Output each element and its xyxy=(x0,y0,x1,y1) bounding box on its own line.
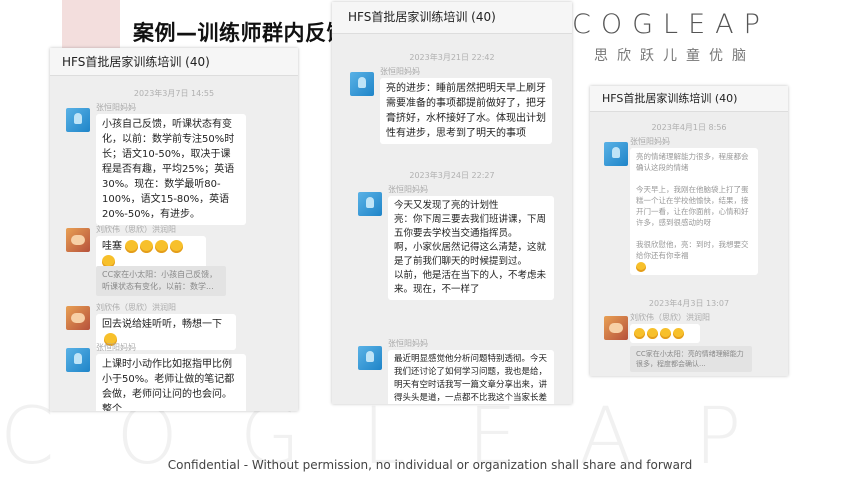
emoji-icon xyxy=(660,327,671,339)
chat-group-title: HFS首批居家训练培训 (40) xyxy=(332,2,572,34)
confidential-footer: Confidential - Without permission, no in… xyxy=(167,458,693,472)
chat-screenshot-left: HFS首批居家训练培训 (40) 2023年3月7日 14:55 张恒阳妈妈 小… xyxy=(50,48,298,411)
emoji-icon xyxy=(673,327,684,339)
avatar xyxy=(66,108,90,132)
avatar xyxy=(350,72,374,96)
emoji-icon xyxy=(634,327,645,339)
chat-message: 张恒阳妈妈 亮的进步：睡前居然把明天早上刷牙需要准备的事项都提前做好了，把牙膏挤… xyxy=(332,66,572,162)
chat-message: 刘欣伟（思欣）洪润阳 CC家在小太阳：亮的情绪理解能力很多，程度都会确认... xyxy=(590,312,788,372)
logo-subtitle: 思欣跃儿童优脑 xyxy=(594,48,755,64)
message-bubble xyxy=(630,324,700,343)
sender-name: 张恒阳妈妈 xyxy=(380,67,420,76)
message-timestamp: 2023年3月24日 22:27 xyxy=(409,171,495,180)
message-bubble: 亮的进步：睡前居然把明天早上刷牙需要准备的事项都提前做好了，把牙膏挤好，水杯接好… xyxy=(380,78,552,144)
message-bubble: 最近明显感觉他分析问题特别透彻。今天我们还讨论了如何学习问题，我也是给，明天有空… xyxy=(388,350,554,404)
sender-name: 张恒阳妈妈 xyxy=(96,103,136,112)
chat-group-title: HFS首批居家训练培训 (40) xyxy=(590,86,788,112)
slide-title: 案例—训练师群内反馈 xyxy=(133,21,348,45)
sender-name: 张恒阳妈妈 xyxy=(388,339,428,348)
avatar xyxy=(358,192,382,216)
chat-message: 张恒阳妈妈 最近明显感觉他分析问题特别透彻。今天我们还讨论了如何学习问题，我也是… xyxy=(332,338,572,404)
emoji-icon xyxy=(636,262,646,272)
message-timestamp: 2023年3月21日 22:42 xyxy=(409,53,495,62)
message-timestamp: 2023年4月3日 13:07 xyxy=(648,299,730,308)
chat-screenshot-right: HFS首批居家训练培训 (40) 2023年4月1日 8:56 张恒阳妈妈 亮的… xyxy=(590,86,788,376)
chat-message: 张恒阳妈妈 小孩自己反馈，听课状态有变化，以前：数学前专注50%时长；语文10-… xyxy=(50,102,298,225)
avatar xyxy=(66,228,90,252)
chat-message: 张恒阳妈妈 亮的情绪理解能力很多，程度都会确认这段的情绪 今天早上，我刚在他脑袋… xyxy=(590,136,788,294)
message-text: 哇塞 xyxy=(102,241,122,252)
sender-name: 张恒阳妈妈 xyxy=(388,185,428,194)
message-bubble: 小孩自己反馈，听课状态有变化，以前：数学前专注50%时长；语文10-50%，取决… xyxy=(96,114,246,225)
emoji-icon xyxy=(140,239,154,253)
avatar xyxy=(66,306,90,330)
message-bubble: 上课时小动作比如抠指甲比例小于50%。老师让做的笔记都会做，老师问让问的也会问。… xyxy=(96,354,246,411)
brand-logo: COGLEAP 思欣跃儿童优脑 xyxy=(572,9,842,69)
sender-name: 刘欣伟（思欣）洪润阳 xyxy=(96,225,176,234)
avatar xyxy=(358,346,382,370)
chat-message: 张恒阳妈妈 上课时小动作比如抠指甲比例小于50%。老师让做的笔记都会做，老师问让… xyxy=(50,342,298,411)
chat-message: 张恒阳妈妈 今天又发现了亮的计划性 亮：你下周三要去我们班讲课，下周五你要去学校… xyxy=(332,184,572,334)
avatar xyxy=(604,316,628,340)
message-text: 亮的情绪理解能力很多，程度都会确认这段的情绪 今天早上，我刚在他脑袋上打了蛋糕一… xyxy=(636,152,749,260)
quoted-message: CC家在小太阳：亮的情绪理解能力很多，程度都会确认... xyxy=(630,346,752,372)
chat-message: 刘欣伟（思欣）洪润阳 回去说给娃听听，畅想一下 xyxy=(50,302,298,350)
chat-screenshot-middle: HFS首批居家训练培训 (40) 2023年3月21日 22:42 张恒阳妈妈 … xyxy=(332,2,572,404)
sender-name: 张恒阳妈妈 xyxy=(96,343,136,352)
emoji-icon xyxy=(170,239,184,253)
logo-wordmark: COGLEAP xyxy=(572,9,770,40)
message-timestamp: 2023年3月7日 14:55 xyxy=(133,89,215,98)
sender-name: 刘欣伟（思欣）洪润阳 xyxy=(96,303,176,312)
sender-name: 张恒阳妈妈 xyxy=(630,137,670,146)
message-text: 回去说给娃听听，畅想一下 xyxy=(102,319,222,330)
sender-name: 刘欣伟（思欣）洪润阳 xyxy=(630,313,710,322)
emoji-icon xyxy=(647,327,658,339)
emoji-icon xyxy=(155,239,169,253)
title-accent-block xyxy=(62,0,120,52)
chat-message: 刘欣伟（思欣）洪润阳 哇塞 CC家在小太阳：小孩自己反馈，听课状态有变化，以前：… xyxy=(50,224,298,298)
emoji-icon xyxy=(125,239,139,253)
message-bubble: 亮的情绪理解能力很多，程度都会确认这段的情绪 今天早上，我刚在他脑袋上打了蛋糕一… xyxy=(630,148,758,275)
avatar xyxy=(66,348,90,372)
chat-group-title: HFS首批居家训练培训 (40) xyxy=(50,48,298,76)
quoted-message: CC家在小太阳：小孩自己反馈，听课状态有变化，以前：数学... xyxy=(96,266,226,296)
avatar xyxy=(604,142,628,166)
message-timestamp: 2023年4月1日 8:56 xyxy=(651,123,727,132)
message-bubble: 今天又发现了亮的计划性 亮：你下周三要去我们班讲课，下周五你要去学校当交通指挥员… xyxy=(388,196,554,300)
